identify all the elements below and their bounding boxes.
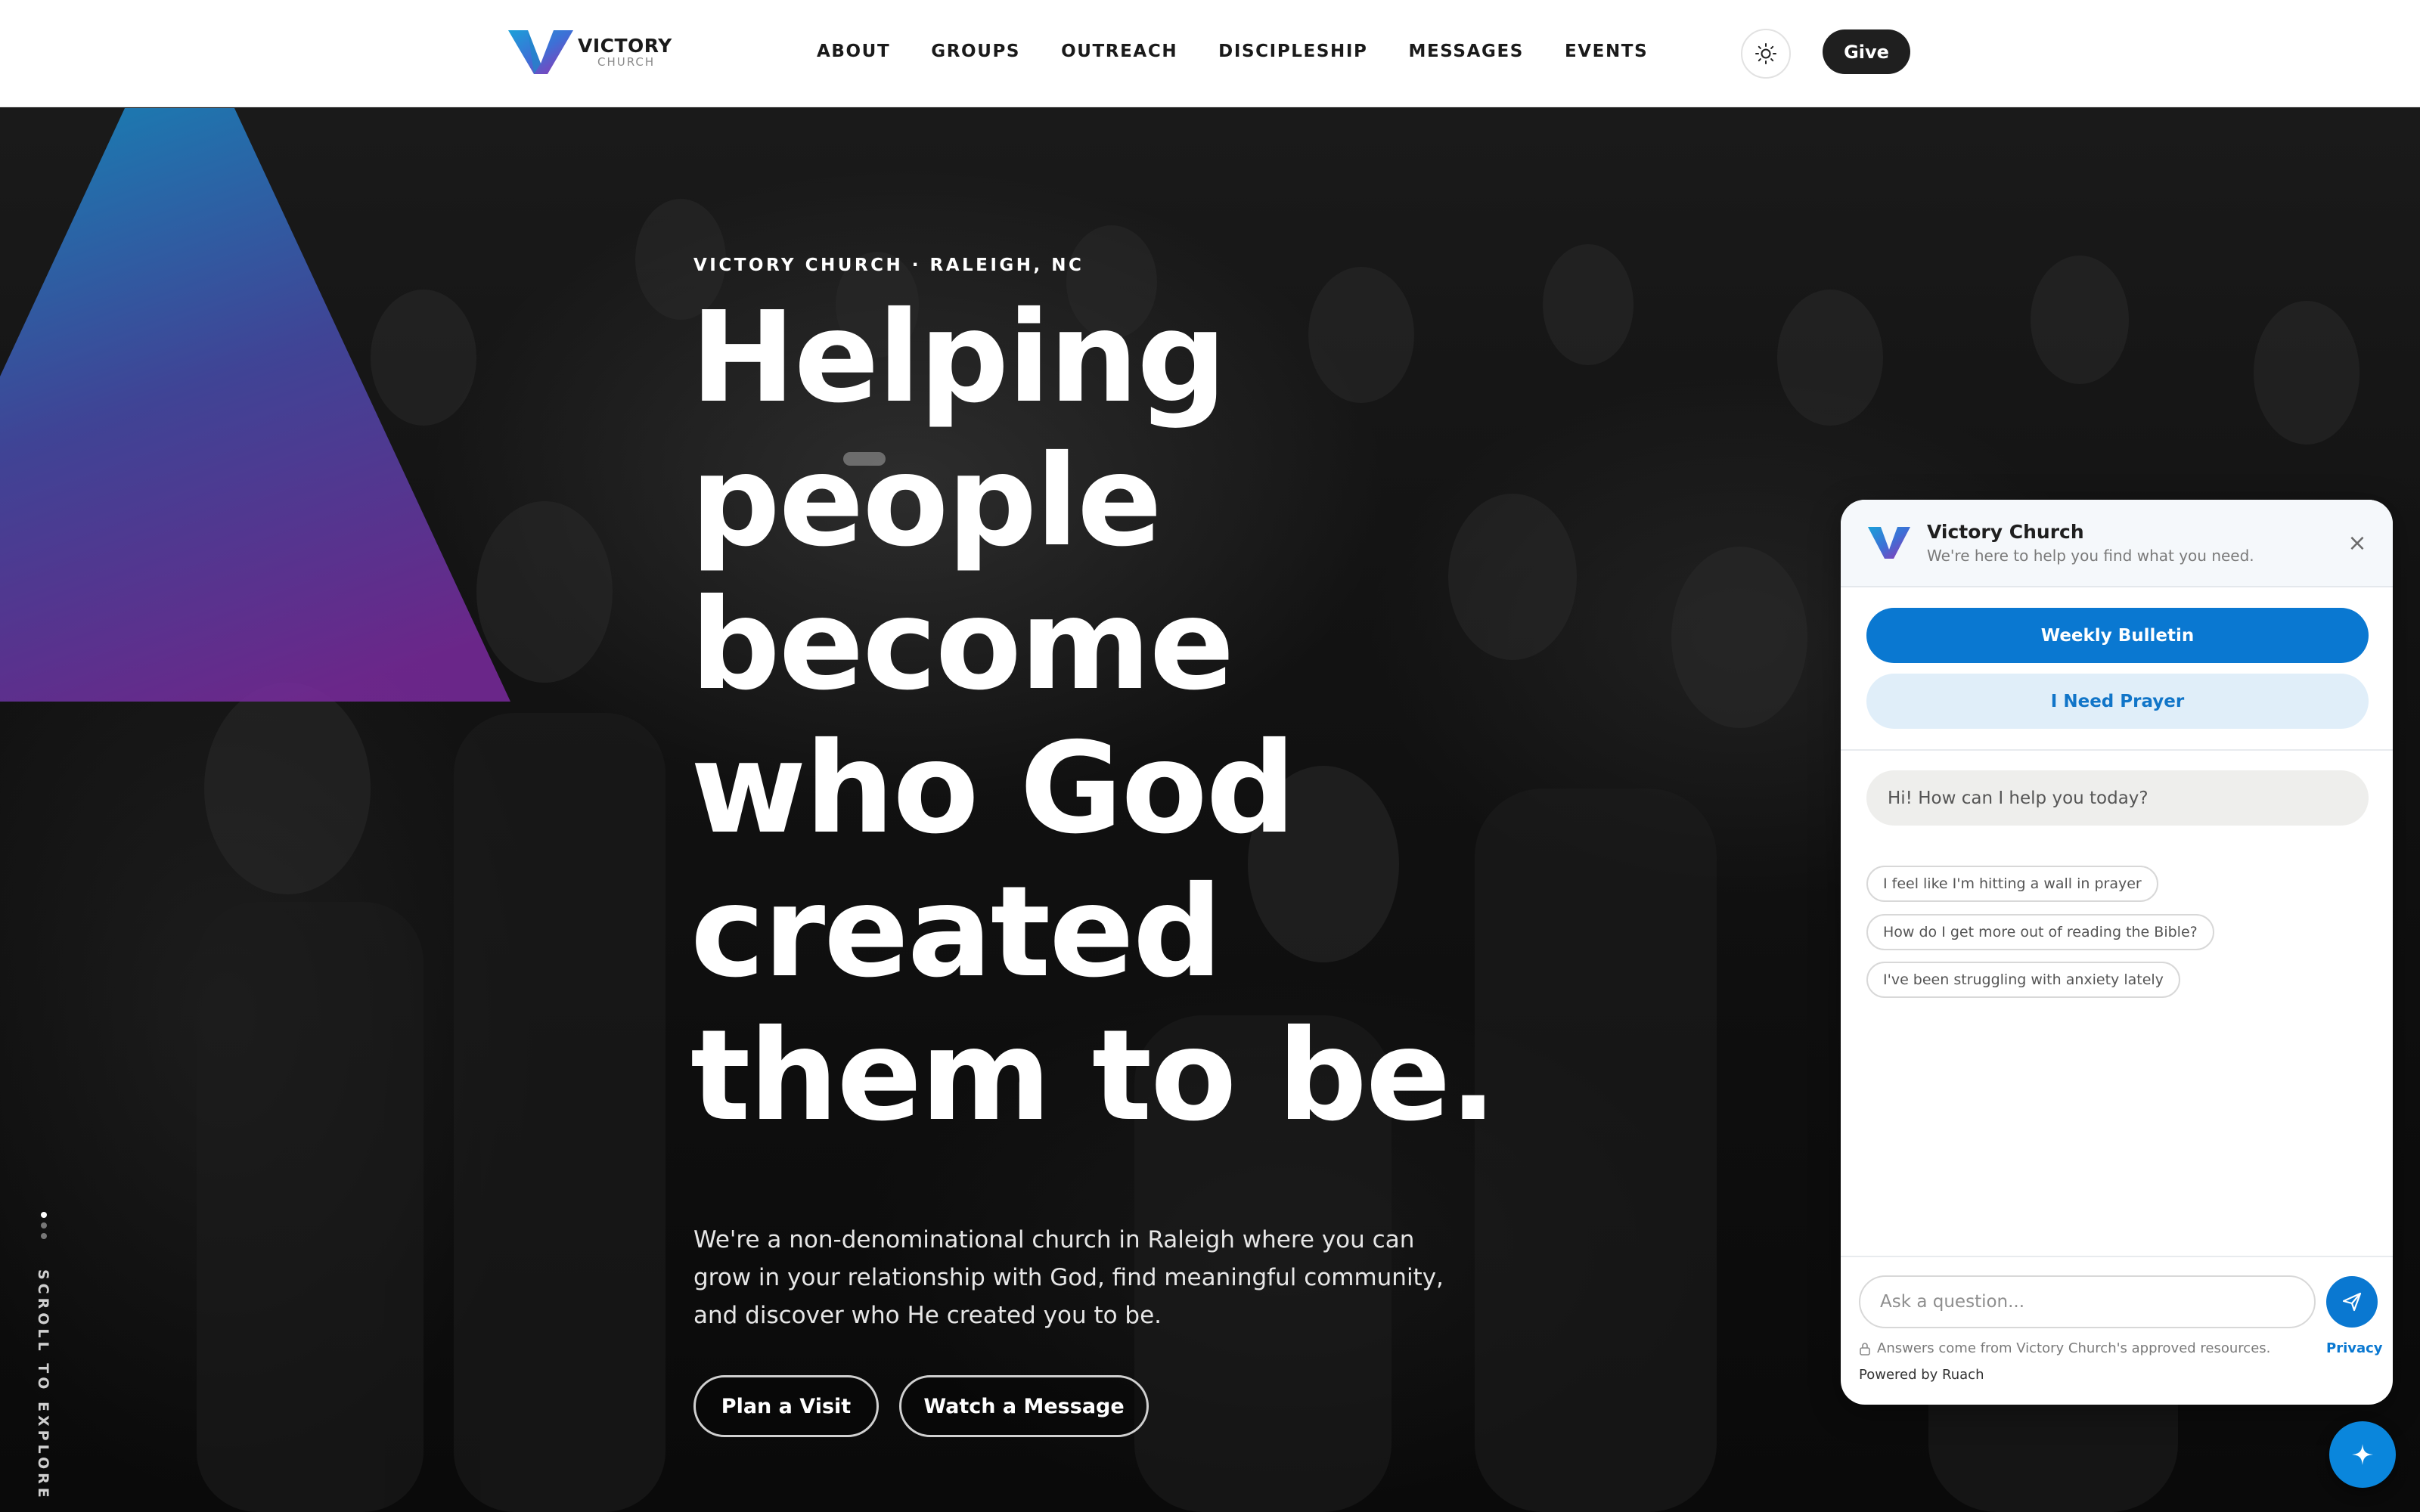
suggestion-chip[interactable]: I feel like I'm hitting a wall in prayer [1866,866,2158,902]
headline-line: become [690,572,1234,718]
send-button[interactable] [2326,1276,2378,1328]
privacy-link[interactable]: Privacy [2326,1340,2383,1356]
chat-footer-divider [1841,1256,2393,1257]
plan-a-visit-button[interactable]: Plan a Visit [693,1375,879,1437]
sun-icon [1755,43,1776,64]
hero-eyebrow: VICTORY CHURCH · RALEIGH, NC [693,256,1084,275]
nav-messages[interactable]: MESSAGES [1408,42,1523,61]
chat-widget: Victory Church We're here to help you fi… [1841,500,2393,1405]
weekly-bulletin-button[interactable]: Weekly Bulletin [1866,608,2369,663]
close-icon[interactable]: × [2344,530,2370,556]
nav-discipleship[interactable]: DISCIPLESHIP [1218,42,1367,61]
nav-events[interactable]: EVENTS [1565,42,1648,61]
nav-outreach[interactable]: OUTREACH [1061,42,1177,61]
chat-divider [1841,749,2393,751]
lock-icon [1860,1342,1870,1356]
powered-by-label: Powered by Ruach [1859,1367,1984,1383]
disclaimer-text: Answers come from Victory Church's appro… [1877,1340,2271,1356]
give-button[interactable]: Give [1823,29,1910,74]
headline-line: who God [690,716,1296,862]
sparkle-icon [2352,1444,2373,1465]
logo-name: VICTORY [578,35,672,57]
ask-question-input[interactable] [1859,1275,2316,1328]
church-logo[interactable]: VICTORY CHURCH [508,29,672,76]
chat-disclaimer: Answers come from Victory Church's appro… [1859,1340,2270,1356]
watch-a-message-button[interactable]: Watch a Message [899,1375,1149,1437]
need-prayer-button[interactable]: I Need Prayer [1866,674,2369,729]
chat-header: Victory Church We're here to help you fi… [1841,500,2393,587]
scroll-dots [41,1212,47,1239]
headline-line: people [690,429,1162,575]
intro-line: and discover who He created you to be. [693,1302,1162,1329]
scroll-label: SCROLL TO EXPLORE [35,1269,51,1501]
bot-greeting-bubble: Hi! How can I help you today? [1866,770,2369,826]
suggestion-chip[interactable]: I've been struggling with anxiety lately [1866,962,2180,998]
headline-line: them to be. [690,1003,1497,1149]
main-nav: ABOUT GROUPS OUTREACH DISCIPLESHIP MESSA… [817,42,1648,61]
intro-line: We're a non-denominational church in Ral… [693,1226,1415,1253]
decorative-triangle [0,108,510,702]
logo-v-mark-icon [508,30,573,74]
send-icon [2342,1292,2362,1312]
hero-headline: Helping people become who God created th… [690,287,1674,1148]
theme-toggle-button[interactable] [1741,29,1791,79]
logo-subtitle: CHURCH [597,55,656,69]
suggestion-chip[interactable]: How do I get more out of reading the Bib… [1866,914,2214,950]
chat-logo-icon [1868,527,1910,559]
chat-subtitle: We're here to help you find what you nee… [1927,547,2254,565]
scroll-dot [41,1212,47,1218]
nav-groups[interactable]: GROUPS [931,42,1020,61]
scroll-indicator[interactable]: SCROLL TO EXPLORE [35,1212,51,1501]
chat-title: Victory Church [1927,521,2084,543]
headline-line: Helping [690,285,1227,431]
scroll-dot [41,1233,47,1239]
chat-fab-button[interactable] [2329,1421,2396,1488]
hero-intro: We're a non-denominational church in Ral… [693,1221,1465,1334]
headline-line: created [690,860,1223,1005]
site-header: VICTORY CHURCH ABOUT GROUPS OUTREACH DIS… [0,0,2420,107]
nav-about[interactable]: ABOUT [817,42,890,61]
intro-line: grow in your relationship with God, find… [693,1264,1444,1291]
scroll-dot [41,1222,47,1228]
